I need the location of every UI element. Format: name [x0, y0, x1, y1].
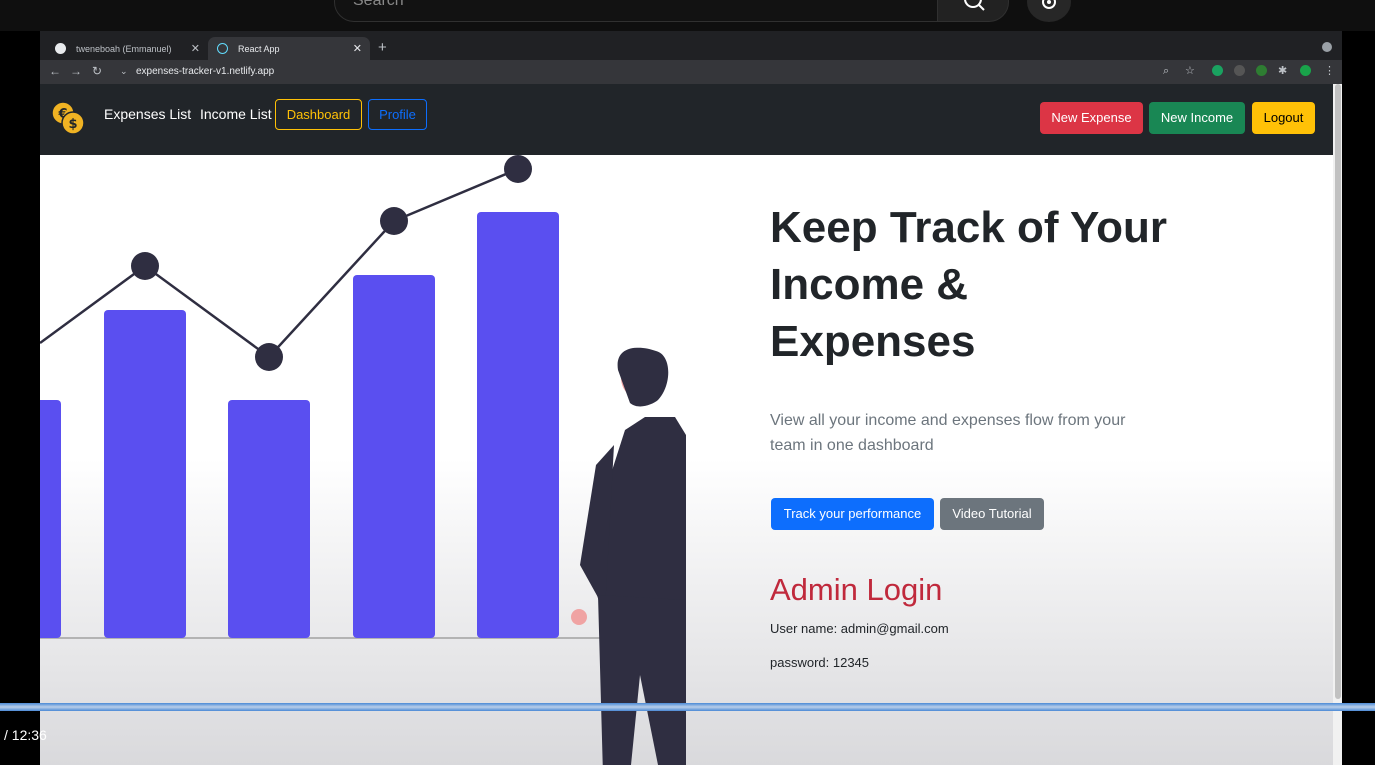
nav-income-list[interactable]: Income List [200, 106, 272, 122]
tab-label: React App [238, 44, 280, 54]
video-progress-bar[interactable] [0, 703, 1375, 711]
new-tab-button[interactable]: + [378, 39, 387, 56]
back-icon[interactable]: ← [49, 64, 61, 78]
browser-toolbar: ← → ↻ ⌄ expenses-tracker-v1.netlify.app … [40, 60, 1342, 84]
hero-lead: View all your income and expenses flow f… [770, 412, 1126, 454]
dashboard-button[interactable]: Dashboard [275, 99, 362, 130]
voice-search-button[interactable] [1027, 0, 1071, 22]
youtube-header: Search [0, 0, 1375, 31]
forward-icon[interactable]: → [70, 64, 82, 78]
extension-icon[interactable] [1256, 65, 1267, 76]
react-icon [217, 43, 228, 54]
address-bar[interactable]: expenses-tracker-v1.netlify.app [136, 66, 274, 77]
browser-window: tweneboah (Emmanuel) ✕ React App ✕ + ← →… [40, 31, 1342, 765]
microphone-icon [1042, 0, 1056, 9]
github-icon [55, 43, 66, 54]
hero-illustration [40, 155, 686, 765]
logout-button[interactable]: Logout [1252, 102, 1315, 134]
scroll-thumb[interactable] [1335, 84, 1341, 699]
webpage: € $ Expenses List Income List Dashboard … [40, 84, 1333, 765]
youtube-search-input[interactable]: Search [334, 0, 938, 22]
profile-button[interactable]: Profile [368, 99, 427, 130]
tab-react-app[interactable]: React App ✕ [208, 37, 370, 60]
app-navbar: € $ Expenses List Income List Dashboard … [40, 84, 1333, 155]
svg-text:$: $ [68, 117, 77, 132]
extension-icon[interactable] [1212, 65, 1223, 76]
youtube-search-button[interactable] [937, 0, 1009, 22]
search-icon [964, 0, 985, 11]
tab-label: tweneboah (Emmanuel) [76, 44, 172, 54]
tab-strip: tweneboah (Emmanuel) ✕ React App ✕ + [40, 31, 1342, 60]
menu-dots-icon[interactable]: ⋮ [1324, 64, 1335, 77]
nav-expenses-list[interactable]: Expenses List [104, 106, 191, 122]
admin-password: password: 12345 [770, 655, 870, 670]
bookmark-star-icon[interactable]: ☆ [1185, 64, 1195, 77]
close-icon[interactable]: ✕ [191, 42, 200, 55]
puzzle-icon[interactable]: ✱ [1278, 64, 1287, 77]
trend-point [380, 207, 408, 235]
chart-bar [104, 310, 186, 638]
zoom-icon[interactable]: ⌕ [1163, 65, 1169, 78]
chart-bar [353, 275, 435, 638]
trend-point [131, 252, 159, 280]
trend-point [504, 155, 532, 183]
page-scrollbar[interactable] [1333, 84, 1342, 765]
chart-bar [477, 212, 559, 638]
admin-username: User name: admin@gmail.com [770, 621, 949, 636]
chart-bar [228, 400, 310, 638]
coins-logo-icon[interactable]: € $ [50, 100, 86, 136]
reload-icon[interactable]: ↻ [92, 64, 102, 78]
hero-title: Keep Track of Your Income & Expenses [770, 203, 1167, 366]
extension-icon[interactable] [1300, 65, 1311, 76]
track-performance-button[interactable]: Track your performance [771, 498, 934, 530]
site-info-icon[interactable]: ⌄ [120, 66, 128, 77]
chart-bar [40, 400, 61, 638]
close-icon[interactable]: ✕ [353, 42, 362, 55]
trend-point [255, 343, 283, 371]
new-expense-button[interactable]: New Expense [1040, 102, 1143, 134]
new-income-button[interactable]: New Income [1149, 102, 1245, 134]
video-tutorial-button[interactable]: Video Tutorial [940, 498, 1044, 530]
extension-icon[interactable] [1234, 65, 1245, 76]
video-time: / 12:36 [4, 727, 47, 743]
tab-github[interactable]: tweneboah (Emmanuel) ✕ [46, 37, 208, 60]
profile-menu-icon[interactable] [1322, 42, 1332, 52]
admin-login-heading: Admin Login [770, 572, 943, 607]
